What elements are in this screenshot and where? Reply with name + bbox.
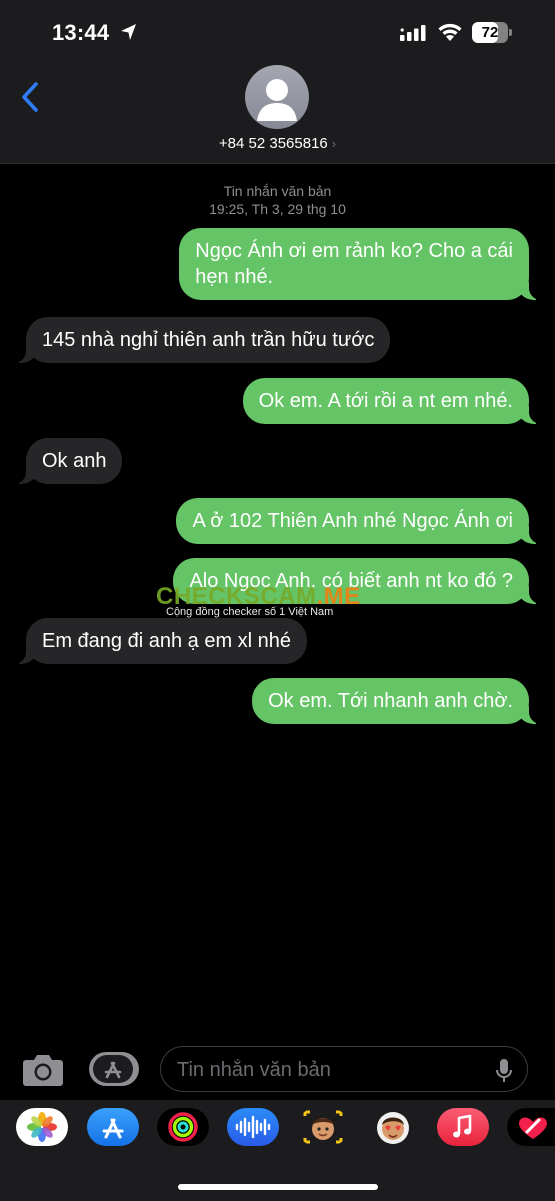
message-line: hẹn nhé. (195, 266, 274, 288)
fitness-app-icon[interactable] (157, 1108, 209, 1146)
camera-icon[interactable] (22, 1050, 64, 1088)
battery-level: 72 (481, 24, 499, 41)
message-bubble-received[interactable]: 145 nhà nghỉ thiên anh trần hữu tước (7, 317, 391, 363)
message-input[interactable] (177, 1057, 477, 1083)
message-line: A ở 102 Thiên Anh nhé Ngọc Ánh ơi (192, 510, 513, 532)
chevron-left-icon[interactable] (14, 80, 48, 114)
digital-touch-app-icon[interactable] (507, 1108, 555, 1146)
battery-icon: 72 (472, 22, 512, 43)
music-app-icon[interactable] (437, 1108, 489, 1146)
photos-app-icon[interactable] (16, 1108, 68, 1146)
wifi-icon (438, 23, 462, 41)
animoji-app-icon[interactable] (367, 1108, 419, 1146)
message-line: Ok em. Tới nhanh anh chờ. (268, 690, 513, 712)
message-bubble-sent[interactable]: Ok em. Tới nhanh anh chờ. (252, 678, 547, 724)
location-arrow-icon (121, 24, 136, 40)
contact-name[interactable]: +84 52 3565816 › (0, 135, 555, 152)
chevron-right-icon: › (331, 136, 337, 151)
watermark-tagline: Cộng đồng checker số 1 Việt Nam (166, 606, 334, 618)
message-line: Ngọc Ánh ơi em rảnh ko? Cho a cái (195, 240, 513, 262)
conversation-meta: Tin nhắn văn bản 19:25, Th 3, 29 thg 10 (0, 182, 555, 218)
message-line: Em đang đi anh ạ em xl nhé (42, 630, 292, 652)
message-line: Ok anh (42, 450, 107, 472)
message-bubble-sent[interactable]: Ngọc Ánh ơi em rảnh ko? Cho a cái hẹn nh… (179, 228, 547, 300)
service-label: Tin nhắn văn bản (223, 183, 332, 199)
message-bubble-received[interactable]: Em đang đi anh ạ em xl nhé (7, 618, 308, 664)
status-bar: 13:44 72 (0, 0, 555, 64)
memoji-stickers-app-icon[interactable] (297, 1108, 349, 1146)
status-time: 13:44 (52, 20, 110, 45)
message-input-field[interactable] (160, 1046, 528, 1092)
microphone-icon[interactable] (495, 1058, 513, 1084)
app-store-icon[interactable] (89, 1052, 139, 1086)
audio-message-app-icon[interactable] (227, 1108, 279, 1146)
message-line: Ok em. A tới rồi a nt em nhé. (258, 390, 513, 412)
contact-number: +84 52 3565816 (218, 135, 328, 152)
message-timestamp: 19:25, Th 3, 29 thg 10 (209, 201, 346, 217)
contact-avatar[interactable] (245, 65, 309, 129)
message-bubble-received[interactable]: Ok anh (7, 438, 123, 484)
home-indicator[interactable] (178, 1184, 378, 1190)
watermark: CHECKSCAM.ME Cộng đồng checker số 1 Việt… (156, 583, 416, 623)
message-line: 145 nhà nghỉ thiên anh trần hữu tước (42, 329, 375, 351)
conversation-header: +84 52 3565816 › (0, 64, 555, 164)
message-bubble-sent[interactable]: A ở 102 Thiên Anh nhé Ngọc Ánh ơi (176, 498, 547, 544)
cellular-signal-icon (400, 25, 426, 41)
app-store-app-icon[interactable] (87, 1108, 139, 1146)
person-silhouette-icon (257, 79, 297, 121)
message-bubble-sent[interactable]: Ok em. A tới rồi a nt em nhé. (242, 378, 548, 424)
